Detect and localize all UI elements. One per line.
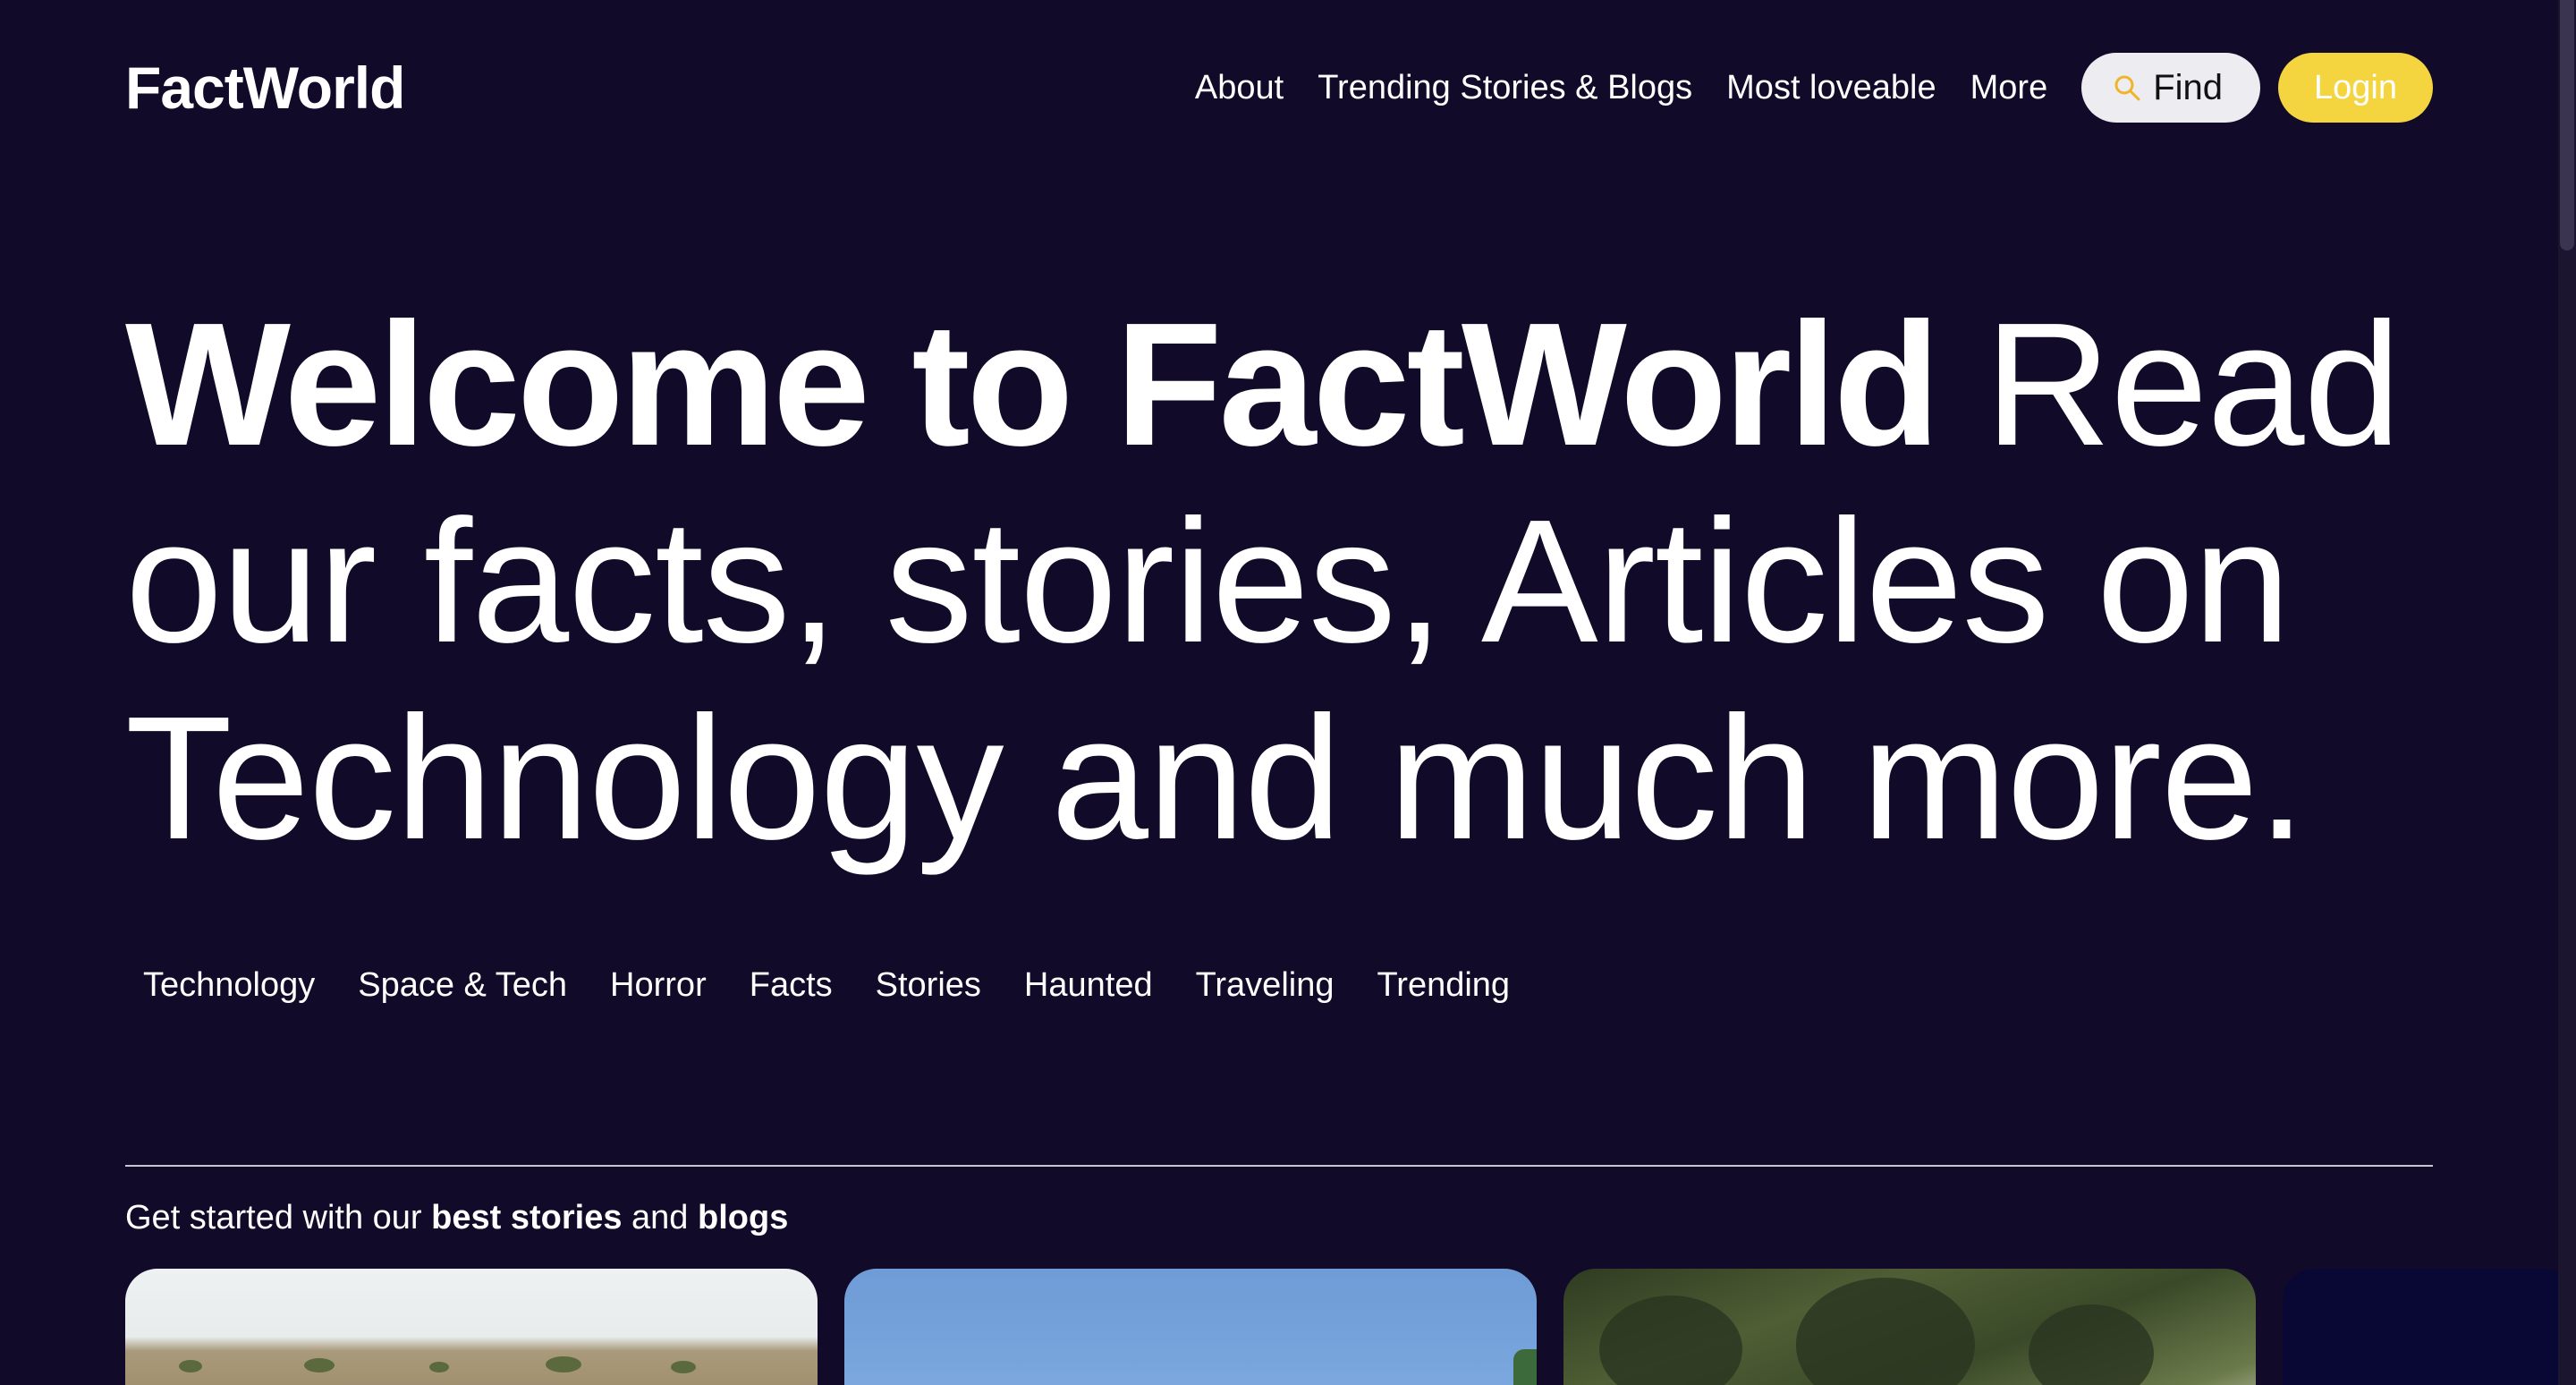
site-logo[interactable]: FactWorld [125,52,405,123]
scrollbar-thumb[interactable] [2560,0,2574,251]
story-card-image[interactable] [1563,1269,2256,1385]
story-card-image[interactable] [2283,1269,2576,1385]
category-space-tech[interactable]: Space & Tech [358,966,567,1005]
nav-most-loveable[interactable]: Most loveable [1726,69,1936,107]
page: FactWorld About Trending Stories & Blogs… [0,0,2576,1385]
find-label: Find [2153,67,2224,107]
section-heading-best-stories: best stories [431,1199,623,1236]
find-button[interactable]: Find [2081,53,2261,123]
nav-more[interactable]: More [1970,69,2048,107]
category-list: Technology Space & Tech Horror Facts Sto… [143,966,1553,1005]
main-nav: About Trending Stories & Blogs Most love… [1195,52,2433,123]
section-heading-and: and [622,1199,698,1236]
category-facts[interactable]: Facts [750,966,833,1005]
login-button[interactable]: Login [2278,53,2433,123]
category-stories[interactable]: Stories [876,966,981,1005]
category-horror[interactable]: Horror [610,966,707,1005]
category-technology[interactable]: Technology [143,966,315,1005]
story-card-image[interactable] [125,1269,818,1385]
story-card-image[interactable] [844,1269,1537,1385]
section-divider [125,1165,2433,1167]
scrollbar[interactable] [2558,0,2576,1385]
category-haunted[interactable]: Haunted [1024,966,1153,1005]
section-heading-prefix: Get started with our [125,1199,432,1236]
search-icon [2114,74,2140,101]
hero-headline: Welcome to FactWorld Read our facts, sto… [125,286,2451,877]
nav-trending-stories[interactable]: Trending Stories & Blogs [1318,69,1692,107]
category-trending[interactable]: Trending [1377,966,1510,1005]
hero-headline-bold: Welcome to FactWorld [125,286,1940,482]
section-heading: Get started with our best stories and bl… [125,1195,788,1240]
nav-about[interactable]: About [1195,69,1284,107]
category-traveling[interactable]: Traveling [1196,966,1335,1005]
section-heading-blogs: blogs [698,1199,789,1236]
